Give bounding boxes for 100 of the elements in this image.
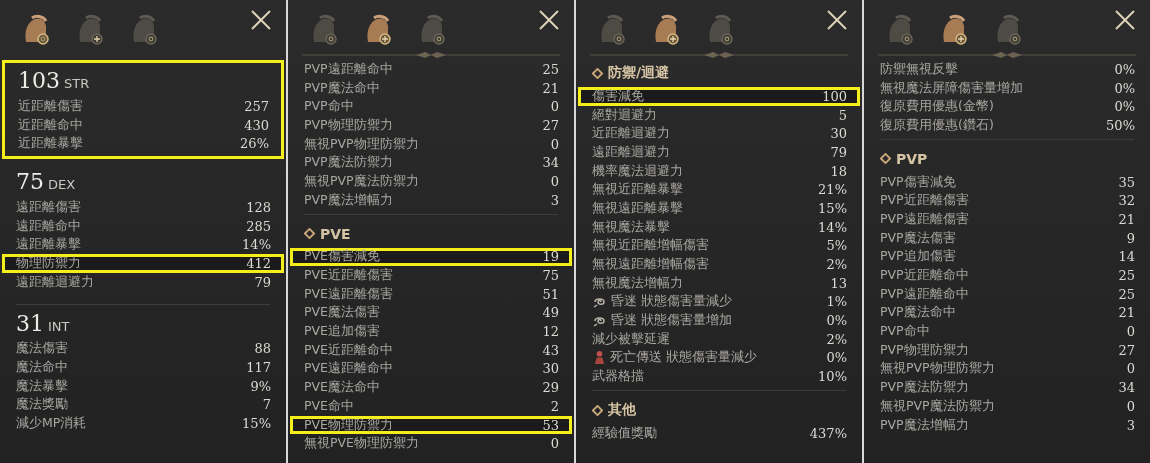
stat-value: 27 <box>542 117 559 133</box>
stat-label: 無視魔法屏障傷害量增加 <box>880 79 1023 97</box>
stat-label: 昏迷 狀態傷害量增加 <box>611 312 732 330</box>
stat-label: 防禦無視反擊 <box>880 60 958 78</box>
stat-value: 79 <box>830 144 847 160</box>
stat-label: 無視PVE物理防禦力 <box>304 435 419 453</box>
stat-value: 13 <box>830 275 847 291</box>
stat-value: 0 <box>1126 324 1135 340</box>
diamond-icon <box>304 228 315 239</box>
stat-label: PVE追加傷害 <box>304 323 380 341</box>
stat-value: 27 <box>1118 342 1135 358</box>
stat-label: 死亡傳送 狀態傷害量減少 <box>610 349 757 367</box>
stat-value: 14 <box>1118 249 1135 265</box>
attribute-value: 75 <box>16 169 44 195</box>
section-title: PVE <box>320 225 351 242</box>
stat-value: 21 <box>1118 211 1135 227</box>
stat-label: 遠距離命中 <box>16 217 81 235</box>
stat-label: 減少被擊延遲 <box>592 330 670 348</box>
stat-label: PVE物理防禦力 <box>304 416 393 434</box>
stat-label: PVE遠距離命中 <box>304 360 393 378</box>
stat-value: 117 <box>246 360 271 376</box>
stat-label: PVP魔法增幅力 <box>304 191 393 209</box>
stat-value: 0% <box>1114 61 1135 77</box>
close-icon[interactable] <box>250 9 272 31</box>
stat-value: 3 <box>550 192 559 208</box>
stat-value: 26% <box>240 136 269 152</box>
stat-label: PVE傷害減免 <box>304 248 380 266</box>
stat-label: PVP命中 <box>880 323 930 341</box>
stat-label: 魔法獎勵 <box>16 396 68 414</box>
stat-value: 49 <box>542 305 559 321</box>
stat-value: 285 <box>246 218 271 234</box>
stat-value: 0% <box>1114 80 1135 96</box>
stat-value: 34 <box>542 155 559 171</box>
stat-value: 15% <box>818 200 847 216</box>
stat-label: 無視魔法增幅力 <box>592 274 683 292</box>
stat-value: 12 <box>542 324 559 340</box>
stat-value: 43 <box>542 342 559 358</box>
stat-label: PVP遠距離命中 <box>880 285 969 303</box>
stat-value: 3 <box>1126 417 1135 433</box>
stat-label: 無視遠距離增幅傷害 <box>592 256 709 274</box>
stat-label: 魔法命中 <box>16 359 68 377</box>
stat-label: 復原費用優惠(鑽石) <box>880 116 994 134</box>
stat-value: 10% <box>818 369 847 385</box>
stat-label: 近距離暴擊 <box>18 135 83 153</box>
diamond-icon <box>592 404 603 416</box>
figure-icon <box>592 350 607 366</box>
stat-value: 0% <box>826 350 847 366</box>
stat-label: PVP命中 <box>304 98 354 116</box>
stat-label: 魔法傷害 <box>16 340 68 358</box>
stat-label: 經驗值獎勵 <box>592 424 657 442</box>
stat-value: 7 <box>262 397 271 413</box>
stat-value: 53 <box>542 417 559 433</box>
stat-label: 機率魔法迴避力 <box>592 162 683 180</box>
stat-label: 昏迷 狀態傷害量減少 <box>611 293 732 311</box>
stat-value: 19 <box>542 249 559 265</box>
stat-label: PVP魔法命中 <box>880 304 956 322</box>
stat-value: 18 <box>830 163 847 179</box>
stat-label: 物理防禦力 <box>16 254 81 272</box>
attribute-name: INT <box>48 318 70 334</box>
stat-value: 0 <box>550 436 559 452</box>
attribute-name: STR <box>64 76 90 91</box>
stat-label: PVP魔法傷害 <box>880 229 956 247</box>
stat-label: PVE遠距離傷害 <box>304 285 393 303</box>
stat-label: 絕對迴避力 <box>592 106 657 124</box>
stat-value: 35 <box>1118 174 1135 190</box>
close-icon[interactable] <box>1114 9 1136 31</box>
stat-value: 21 <box>1118 305 1135 321</box>
stat-label: 復原費用優惠(金幣) <box>880 98 994 116</box>
stat-label: PVP魔法命中 <box>304 79 380 97</box>
stat-value: 5 <box>838 107 847 123</box>
stat-label: PVE近距離傷害 <box>304 267 393 285</box>
stat-label: 無視PVP魔法防禦力 <box>304 172 419 190</box>
stat-value: 29 <box>542 380 559 396</box>
stat-value: 2 <box>550 398 559 414</box>
stat-value: 25 <box>1118 268 1135 284</box>
diamond-icon <box>880 153 891 165</box>
stat-label: 無視近距離增幅傷害 <box>592 237 709 255</box>
stat-value: 0 <box>1126 361 1135 377</box>
close-icon[interactable] <box>538 9 560 31</box>
stat-label: 無視PVP物理防禦力 <box>880 360 995 378</box>
stat-value: 2% <box>826 257 847 273</box>
stat-label: 傷害減免 <box>592 87 644 105</box>
section-title: PVP <box>896 150 928 167</box>
stat-label: 無視PVP物理防禦力 <box>304 135 419 153</box>
stat-value: 14% <box>242 237 271 253</box>
stat-label: 近距離命中 <box>18 116 83 134</box>
stat-value: 9% <box>250 378 271 394</box>
stat-value: 21 <box>542 80 559 96</box>
stat-value: 430 <box>244 117 269 133</box>
stat-value: 0% <box>826 313 847 329</box>
close-icon[interactable] <box>826 9 848 31</box>
diamond-icon <box>592 67 603 79</box>
stat-label: PVP遠距離命中 <box>304 60 393 78</box>
stat-label: 近距離傷害 <box>18 97 83 115</box>
stat-value: 34 <box>1118 380 1135 396</box>
stat-label: 無視PVP魔法防禦力 <box>880 397 995 415</box>
stat-value: 30 <box>830 126 847 142</box>
stat-value: 75 <box>542 268 559 284</box>
stat-label: PVP近距離命中 <box>880 267 969 285</box>
stat-label: PVE命中 <box>304 397 354 415</box>
